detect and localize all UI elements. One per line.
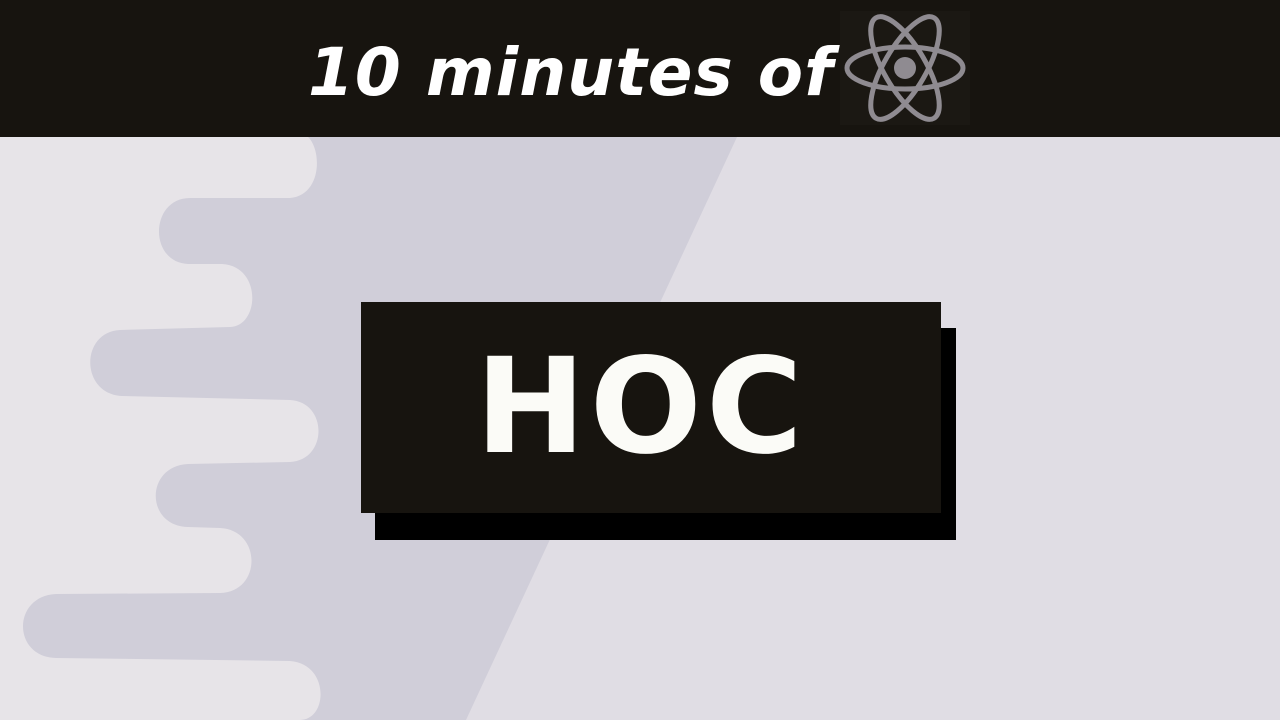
thumbnail: 10 minutes of HOC <box>0 0 1280 720</box>
top-banner: 10 minutes of <box>0 0 1280 137</box>
title-card: HOC <box>361 302 941 513</box>
card-title: HOC <box>475 330 807 484</box>
react-atom-icon <box>840 11 970 125</box>
banner-headline: 10 minutes of <box>308 34 834 111</box>
